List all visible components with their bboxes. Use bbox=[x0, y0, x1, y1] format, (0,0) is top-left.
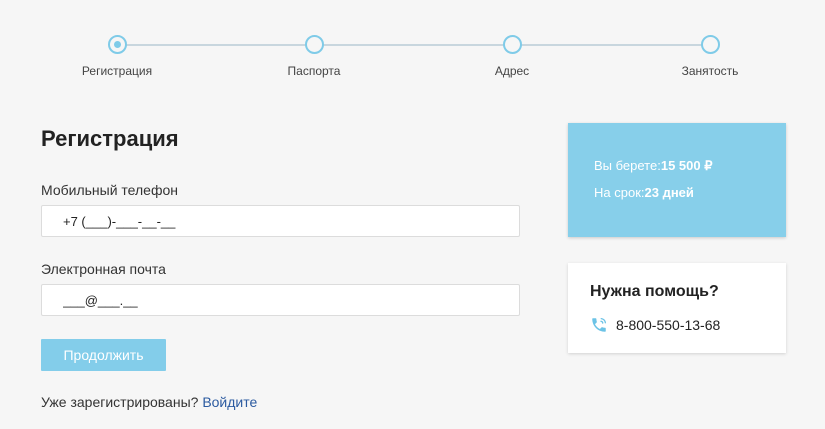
email-input[interactable] bbox=[41, 284, 520, 316]
login-link[interactable]: Войдите bbox=[202, 394, 257, 410]
step-label: Адрес bbox=[494, 64, 530, 78]
help-phone-row[interactable]: 8-800-550-13-68 bbox=[590, 316, 720, 334]
amount-row: Вы берете:15 500 ₽ bbox=[594, 158, 713, 174]
loan-summary-card: Вы берете:15 500 ₽ На срок:23 дней bbox=[568, 123, 786, 237]
phone-icon bbox=[590, 316, 608, 334]
step-label: Регистрация bbox=[81, 64, 153, 78]
continue-button[interactable]: Продолжить bbox=[41, 339, 166, 371]
step-dot-icon bbox=[304, 35, 324, 54]
login-prompt: Уже зарегистрированы? Войдите bbox=[41, 394, 257, 410]
term-row: На срок:23 дней bbox=[594, 185, 694, 200]
help-title: Нужна помощь? bbox=[590, 283, 719, 300]
amount-value: 15 500 ₽ bbox=[660, 158, 713, 173]
phone-label: Мобильный телефон bbox=[41, 182, 178, 198]
step-label: Занятость bbox=[681, 64, 739, 78]
stepper-line bbox=[117, 44, 710, 46]
term-label: На срок: bbox=[594, 185, 645, 200]
email-label: Электронная почта bbox=[41, 261, 166, 277]
already-registered-text: Уже зарегистрированы? bbox=[41, 394, 199, 410]
progress-stepper: Регистрация Паспорта Адрес Занятость bbox=[0, 0, 825, 90]
step-employment[interactable]: Занятость bbox=[650, 35, 770, 78]
step-address[interactable]: Адрес bbox=[452, 35, 572, 78]
step-label: Паспорта bbox=[287, 64, 341, 78]
term-value: 23 дней bbox=[644, 185, 694, 200]
step-passport[interactable]: Паспорта bbox=[254, 35, 374, 78]
step-dot-active-icon bbox=[107, 35, 127, 54]
step-registration[interactable]: Регистрация bbox=[57, 35, 177, 78]
step-dot-icon bbox=[502, 35, 522, 54]
amount-label: Вы берете: bbox=[594, 158, 661, 173]
help-phone-number: 8-800-550-13-68 bbox=[616, 317, 721, 333]
step-dot-icon bbox=[700, 35, 720, 54]
page-title: Регистрация bbox=[41, 126, 179, 151]
phone-input[interactable] bbox=[41, 205, 520, 237]
help-card: Нужна помощь? 8-800-550-13-68 bbox=[568, 263, 786, 353]
